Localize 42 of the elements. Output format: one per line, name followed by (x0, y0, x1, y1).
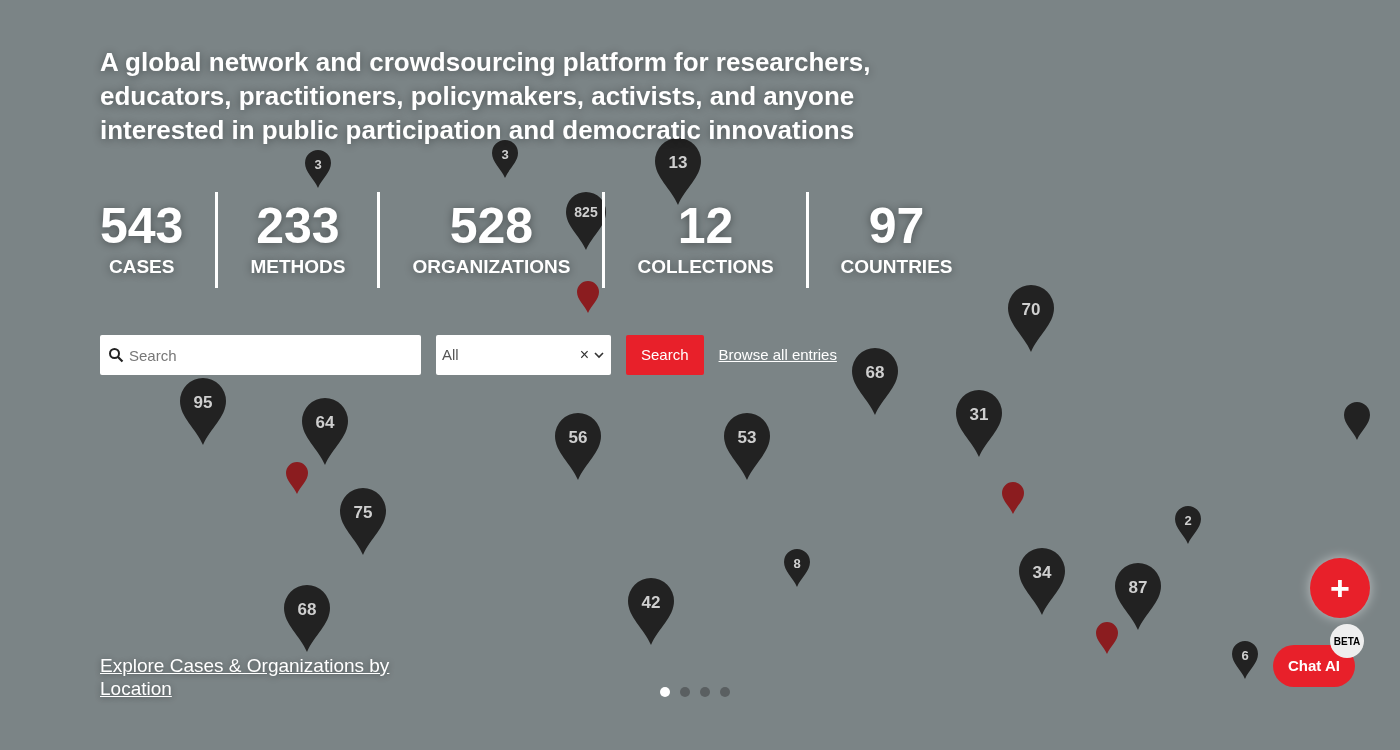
cluster-pin[interactable]: 53 (724, 413, 770, 480)
cluster-pin[interactable]: 56 (555, 413, 601, 480)
beta-badge: BETA (1330, 624, 1364, 658)
cluster-pin[interactable]: 8 (784, 549, 810, 587)
stat-label: ORGANIZATIONS (412, 255, 571, 279)
cluster-pin[interactable]: 2 (1175, 506, 1201, 544)
add-button[interactable]: + (1310, 558, 1370, 618)
search-button[interactable]: Search (626, 335, 704, 375)
map-pin-icon[interactable] (577, 281, 599, 313)
search-field[interactable]: Search (100, 335, 421, 375)
stat-value: 528 (449, 201, 534, 251)
map-pin-icon[interactable] (1096, 622, 1118, 654)
stat-value: 233 (256, 201, 340, 251)
stat-label: METHODS (250, 255, 346, 279)
cluster-pin[interactable]: 31 (956, 390, 1002, 457)
cluster-pin[interactable]: 75 (340, 488, 386, 555)
stat-label: CASES (109, 255, 175, 279)
cluster-pin[interactable]: 68 (852, 348, 898, 415)
cluster-pin[interactable]: 64 (302, 398, 348, 465)
search-icon (108, 347, 124, 363)
chevron-down-icon (593, 349, 605, 361)
map-pin-icon[interactable] (286, 462, 308, 494)
cluster-pin[interactable]: 34 (1019, 548, 1065, 615)
clear-button[interactable]: × (579, 343, 589, 367)
filter-select[interactable]: All × (436, 335, 611, 375)
cluster-pin[interactable]: 68 (284, 585, 330, 652)
cluster-pin[interactable]: 87 (1115, 563, 1161, 630)
stat-label: COUNTRIES (840, 255, 953, 279)
map-pin-icon[interactable] (1344, 402, 1370, 440)
cluster-pin[interactable]: 95 (180, 378, 226, 445)
stat-label: COLLECTIONS (637, 255, 774, 279)
cluster-pin[interactable]: 3 (305, 150, 331, 188)
map-background[interactable] (0, 0, 1400, 750)
cluster-pin[interactable]: 70 (1008, 285, 1054, 352)
stat-value: 543 (100, 201, 184, 251)
chat-ai-button[interactable]: Chat AI (1273, 645, 1355, 687)
map-pin-icon[interactable] (1002, 482, 1024, 514)
cluster-pin[interactable]: 6 (1232, 641, 1258, 679)
cluster-pin[interactable]: 42 (628, 578, 674, 645)
explore-link[interactable]: Explore Cases & Organizations by Location (100, 654, 420, 700)
browse-link[interactable]: Browse all entries (718, 343, 837, 367)
stat-value: 97 (868, 201, 925, 251)
